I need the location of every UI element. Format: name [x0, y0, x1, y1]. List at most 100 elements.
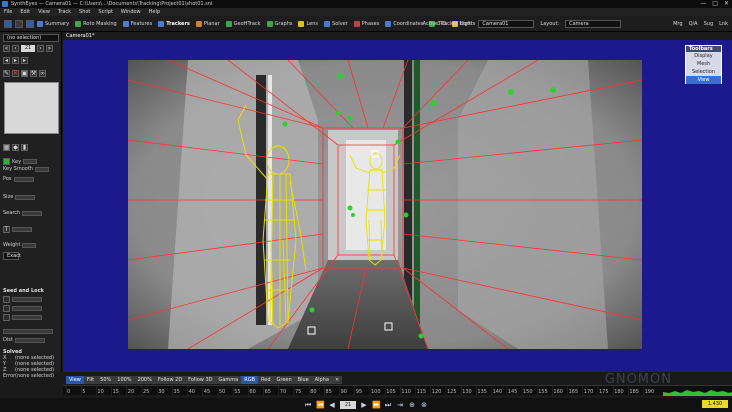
timeline-frame-label[interactable]: 110	[401, 389, 411, 395]
exact-button[interactable]: Exact	[3, 252, 21, 260]
timeline-frame-label[interactable]: 45	[204, 389, 210, 395]
room-coordinates[interactable]: Coordinates	[385, 20, 423, 27]
step-back-icon[interactable]: ◂	[3, 57, 10, 64]
next-key-icon[interactable]: ›	[37, 45, 44, 52]
timeline-frame-label[interactable]: 100	[371, 389, 381, 395]
timeline-frame-label[interactable]: 70	[280, 389, 286, 395]
menu-view[interactable]: View	[38, 9, 50, 15]
menu-window[interactable]: Window	[121, 9, 141, 15]
trash-icon[interactable]: ▮	[21, 144, 28, 151]
timeline-frame-label[interactable]: 20	[128, 389, 134, 395]
timeline-frame-label[interactable]: 125	[447, 389, 457, 395]
seed-y-checkbox[interactable]	[3, 305, 10, 312]
timeline-frame-label[interactable]: 5	[82, 389, 85, 395]
timeline[interactable]: 0 5 10 15 20 25 30 35 40 45 50 55 60 65 70 75 80 85 90 95 10…	[63, 385, 732, 396]
toolbar-view[interactable]: View	[686, 76, 721, 84]
green-tab[interactable]: Green	[274, 376, 295, 384]
size-field[interactable]	[15, 194, 36, 200]
go-start-button[interactable]: ⏮	[304, 401, 312, 409]
prev-key-icon[interactable]: ‹	[12, 45, 19, 52]
timeline-ruler[interactable]: 0 5 10 15 20 25 30 35 40 45 50 55 60 65 70 75 80 85 90 95 10…	[63, 386, 663, 396]
room-planar[interactable]: Planar	[195, 20, 220, 27]
diamond-icon[interactable]: ◆	[12, 144, 19, 151]
delete-tracker-icon[interactable]: ✕	[12, 70, 19, 77]
menu-script[interactable]: Script	[98, 9, 113, 15]
tracker-point[interactable]	[550, 87, 556, 93]
room-lens[interactable]: Lens	[298, 20, 318, 27]
red-tab[interactable]: Red	[258, 376, 274, 384]
timeline-frame-label[interactable]: 150	[523, 389, 533, 395]
tracker-point[interactable]	[351, 213, 355, 217]
seed-z-checkbox[interactable]	[3, 314, 10, 321]
timeline-frame-label[interactable]: 15	[113, 389, 119, 395]
timeline-frame-label[interactable]: 180	[614, 389, 624, 395]
footage-frame[interactable]	[128, 60, 642, 349]
room-summary[interactable]: Summary	[37, 20, 69, 27]
filt-tab[interactable]: Filt	[84, 376, 97, 384]
play-icon[interactable]: ▸	[12, 57, 19, 64]
tracker-type-icon[interactable]: T	[3, 226, 10, 233]
timeline-frame-label[interactable]: 35	[173, 389, 179, 395]
new-file-icon[interactable]	[4, 19, 12, 28]
timeline-frame-label[interactable]: 90	[341, 389, 347, 395]
save-icon[interactable]	[26, 19, 34, 28]
timeline-frame-label[interactable]: 170	[584, 389, 594, 395]
timeline-frame-label[interactable]: 175	[599, 389, 609, 395]
lnk-button[interactable]: Lnk	[719, 21, 728, 27]
qa-button[interactable]: Q/A	[689, 21, 698, 27]
camera-viewport[interactable]: Toolbars Display Mesh Selection View	[63, 40, 732, 372]
timeline-frame-label[interactable]: 10	[97, 389, 103, 395]
tracker-point[interactable]	[508, 89, 514, 95]
timeline-frame-label[interactable]: 135	[477, 389, 487, 395]
timeline-frame-label[interactable]: 140	[493, 389, 503, 395]
timeline-frame-label[interactable]: 40	[189, 389, 195, 395]
follow-3d-tab[interactable]: Follow 3D	[185, 376, 215, 384]
tracker-point[interactable]	[395, 139, 401, 145]
eyedropper-icon[interactable]: ✎	[3, 70, 10, 77]
weight-field[interactable]	[22, 242, 37, 248]
timeline-frame-label[interactable]: 105	[386, 389, 396, 395]
track-forward-icon[interactable]: ⇥	[396, 401, 404, 409]
timeline-frame-label[interactable]: 115	[417, 389, 427, 395]
rewind-button[interactable]: ⏪	[316, 401, 325, 409]
tracker-color-swatch[interactable]	[3, 158, 10, 165]
track-icon[interactable]: ⊕	[408, 401, 416, 409]
blue-tab[interactable]: Blue	[295, 376, 312, 384]
timeline-frame-label[interactable]: 190	[645, 389, 655, 395]
active-tracker-host-dropdown[interactable]: Camera01	[478, 20, 535, 28]
gamma-tab[interactable]: Gamma	[215, 376, 241, 384]
last-frame-icon[interactable]: »	[46, 45, 53, 52]
close-button[interactable]: ✕	[724, 0, 729, 8]
toolbar-selection[interactable]: Selection	[686, 68, 721, 76]
room-geohtrack[interactable]: GeoHTrack	[225, 20, 261, 27]
zoom-200-tab[interactable]: 200%	[135, 376, 155, 384]
selection-dropdown[interactable]: (no selection)	[3, 34, 59, 42]
room-phases[interactable]: Phases	[353, 20, 379, 27]
seed-x-field[interactable]	[12, 297, 42, 302]
lock-icon[interactable]: ▣	[21, 70, 28, 77]
dist-field[interactable]	[14, 337, 45, 343]
toolbar-display[interactable]: Display	[686, 52, 721, 60]
go-end-button[interactable]: ⏭	[384, 401, 392, 409]
first-frame-icon[interactable]: «	[3, 45, 10, 52]
tracker-point[interactable]	[347, 205, 353, 211]
timeline-frame-label[interactable]: 80	[310, 389, 316, 395]
minimize-button[interactable]: —	[700, 0, 706, 8]
room-features[interactable]: Features	[122, 20, 152, 27]
timeline-frame-label[interactable]: 55	[234, 389, 240, 395]
tracker-point[interactable]	[282, 121, 288, 127]
tracker-point[interactable]	[418, 333, 424, 339]
frame-field[interactable]: 21	[21, 45, 35, 52]
timeline-frame-label[interactable]: 185	[629, 389, 639, 395]
zoom-50-tab[interactable]: 50%	[97, 376, 114, 384]
follow-2d-tab[interactable]: Follow 2D	[155, 376, 185, 384]
timeline-frame-label[interactable]: 75	[295, 389, 301, 395]
wrench-icon[interactable]: ⚒	[30, 70, 37, 77]
timeline-frame-label[interactable]: 85	[325, 389, 331, 395]
layout-dropdown[interactable]: Camera	[565, 20, 622, 28]
timeline-frame-label[interactable]: 50	[219, 389, 225, 395]
zoom-100-tab[interactable]: 100%	[114, 376, 134, 384]
tracker-point[interactable]	[335, 110, 341, 116]
timeline-frame-label[interactable]: 0	[67, 389, 70, 395]
mrg-button[interactable]: Mrg	[673, 21, 682, 27]
